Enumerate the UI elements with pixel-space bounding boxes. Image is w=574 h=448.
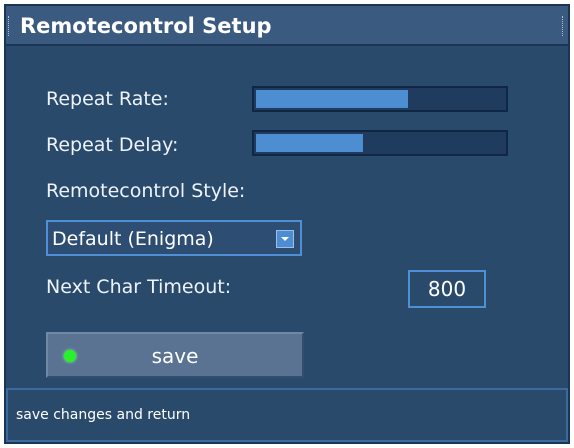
remotecontrol-style-dropdown[interactable]: Default (Enigma) bbox=[46, 220, 302, 256]
repeat-delay-label: Repeat Delay: bbox=[46, 134, 179, 156]
save-button[interactable]: save bbox=[46, 332, 304, 378]
status-bar: save changes and return bbox=[6, 388, 568, 442]
next-char-timeout-input[interactable]: 800 bbox=[408, 270, 486, 308]
title-bar: Remotecontrol Setup bbox=[6, 6, 568, 46]
repeat-rate-slider[interactable] bbox=[252, 86, 508, 112]
drag-grip-icon bbox=[562, 16, 566, 36]
window-title: Remotecontrol Setup bbox=[20, 14, 272, 38]
save-button-label: save bbox=[151, 344, 199, 368]
repeat-delay-slider-fill bbox=[256, 134, 363, 152]
repeat-delay-slider[interactable] bbox=[252, 130, 508, 156]
repeat-rate-slider-fill bbox=[256, 90, 409, 108]
status-text: save changes and return bbox=[16, 407, 191, 423]
chevron-down-icon[interactable] bbox=[276, 230, 294, 248]
dropdown-selected-value: Default (Enigma) bbox=[52, 228, 214, 250]
remotecontrol-style-label: Remotecontrol Style: bbox=[46, 180, 246, 202]
drag-grip-icon bbox=[8, 16, 12, 36]
repeat-rate-label: Repeat Rate: bbox=[46, 88, 169, 110]
remotecontrol-setup-window: Remotecontrol Setup Repeat Rate: Repeat … bbox=[4, 4, 570, 444]
next-char-timeout-label: Next Char Timeout: bbox=[46, 276, 232, 298]
